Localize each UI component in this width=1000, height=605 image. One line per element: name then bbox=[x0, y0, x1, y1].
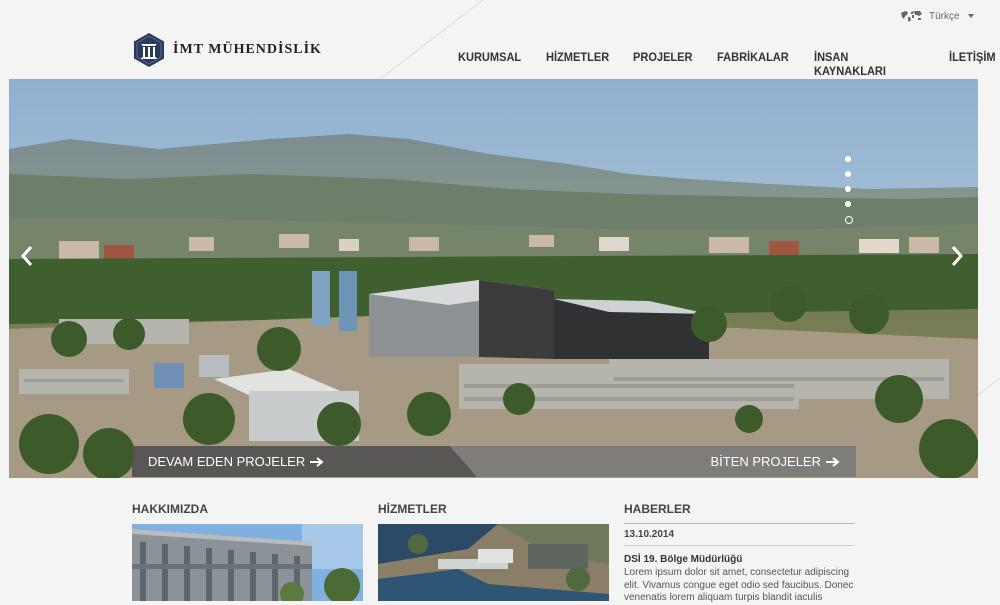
main-nav: KURUMSAL HİZMETLER PROJELER FABRİKALAR İ… bbox=[458, 50, 1000, 78]
chevron-left-icon bbox=[20, 246, 33, 266]
nav-item-fabrikalar[interactable]: FABRİKALAR bbox=[717, 50, 789, 78]
news-excerpt: Lorem ipsum dolor sit amet, consectetur … bbox=[624, 567, 854, 603]
chevron-down-icon bbox=[967, 14, 974, 18]
about-section-title: HAKKIMIZDA bbox=[132, 502, 208, 516]
nav-item-iletisim[interactable]: İLETİŞİM bbox=[949, 50, 996, 78]
language-label: Türkçe bbox=[929, 10, 960, 22]
completed-projects-link[interactable]: BİTEN PROJELER bbox=[450, 446, 856, 477]
logo-text: İMT MÜHENDİSLİK bbox=[173, 42, 322, 57]
slider-dot[interactable] bbox=[845, 186, 851, 192]
logo-emblem-icon bbox=[134, 33, 164, 67]
news-divider bbox=[624, 545, 855, 546]
services-section-title: HİZMETLER bbox=[378, 502, 447, 516]
world-map-icon bbox=[899, 9, 923, 23]
nav-item-hizmetler[interactable]: HİZMETLER bbox=[546, 50, 609, 78]
news-headline[interactable]: DSİ 19. Bölge Müdürlüğü bbox=[624, 554, 742, 565]
slider-dot[interactable] bbox=[845, 171, 851, 177]
nav-item-kurumsal[interactable]: KURUMSAL bbox=[458, 50, 521, 78]
arrow-right-icon bbox=[310, 456, 324, 467]
hero-slider bbox=[9, 79, 978, 478]
about-thumbnail[interactable] bbox=[132, 524, 363, 601]
nav-item-insan-kaynaklari[interactable]: İNSAN KAYNAKLARI bbox=[814, 50, 921, 78]
nav-item-projeler[interactable]: PROJELER bbox=[633, 50, 693, 78]
ongoing-projects-label: DEVAM EDEN PROJELER bbox=[148, 454, 306, 469]
chevron-right-icon bbox=[951, 246, 964, 266]
news-section-title: HABERLER bbox=[624, 502, 691, 516]
services-thumbnail[interactable] bbox=[378, 524, 609, 601]
slider-next-button[interactable] bbox=[947, 244, 967, 268]
news-date: 13.10.2014 bbox=[624, 529, 675, 540]
arrow-right-icon bbox=[826, 456, 840, 467]
projects-bar: DEVAM EDEN PROJELER BİTEN PROJELER bbox=[132, 446, 856, 477]
hero-image bbox=[9, 79, 978, 478]
logo[interactable]: İMT MÜHENDİSLİK bbox=[133, 32, 322, 68]
news-divider bbox=[624, 523, 855, 524]
language-selector[interactable]: Türkçe bbox=[899, 9, 974, 23]
slider-dot[interactable] bbox=[845, 201, 851, 207]
slider-dot[interactable] bbox=[845, 156, 851, 162]
completed-projects-label: BİTEN PROJELER bbox=[710, 454, 821, 469]
slider-prev-button[interactable] bbox=[17, 244, 37, 268]
slider-dot-active[interactable] bbox=[844, 216, 853, 224]
slider-pagination bbox=[844, 156, 853, 224]
ongoing-projects-link[interactable]: DEVAM EDEN PROJELER bbox=[132, 446, 477, 477]
